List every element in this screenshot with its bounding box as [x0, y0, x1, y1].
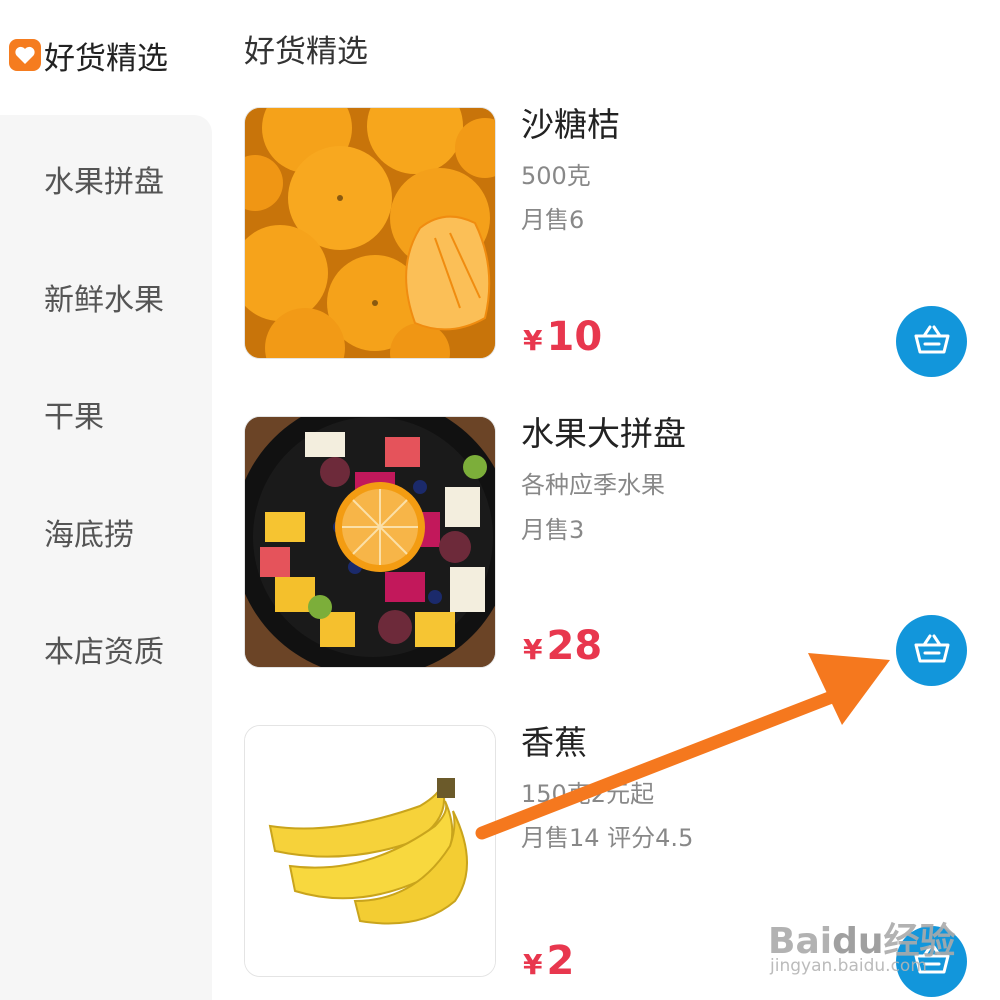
product-name[interactable]: 香蕉 [521, 716, 587, 764]
sidebar-item-fruit-platter[interactable]: 水果拼盘 [44, 157, 164, 201]
price-value: 28 [546, 623, 603, 669]
sidebar-item-featured[interactable]: 好货精选 [0, 0, 212, 110]
product-description: 500克 [521, 162, 591, 190]
basket-icon [914, 325, 950, 359]
add-to-cart-button[interactable] [896, 306, 967, 377]
product-price: ¥2 [523, 938, 574, 984]
watermark-url: jingyan.baidu.com [770, 956, 927, 976]
product-sales: 月售14 评分4.5 [521, 824, 694, 852]
currency-symbol: ¥ [523, 948, 543, 981]
mandarin-oranges-image[interactable] [244, 107, 496, 359]
currency-symbol: ¥ [523, 324, 543, 357]
product-sales: 月售6 [521, 206, 585, 234]
add-to-cart-button[interactable] [896, 615, 967, 686]
sidebar-item-label: 好货精选 [44, 41, 168, 77]
heart-icon [9, 39, 41, 71]
product-description: 150克2元起 [521, 780, 655, 808]
sidebar-item-fresh-fruit[interactable]: 新鲜水果 [44, 275, 164, 319]
product-description: 各种应季水果 [521, 471, 665, 499]
basket-icon [914, 634, 950, 668]
price-value: 10 [546, 314, 603, 360]
section-title: 好货精选 [244, 34, 368, 70]
product-price: ¥28 [523, 623, 602, 669]
sidebar-category-list: 水果拼盘 新鲜水果 干果 海底捞 本店资质 [0, 115, 212, 1000]
currency-symbol: ¥ [523, 633, 543, 666]
price-value: 2 [546, 938, 575, 984]
sidebar-item-dried-fruit[interactable]: 干果 [44, 392, 104, 436]
banana-image[interactable] [244, 725, 496, 977]
sidebar-item-store-qualification[interactable]: 本店资质 [44, 627, 164, 671]
product-name[interactable]: 水果大拼盘 [521, 407, 686, 455]
fruit-platter-image[interactable] [244, 416, 496, 668]
product-sales: 月售3 [521, 516, 585, 544]
sidebar-item-haidilao[interactable]: 海底捞 [44, 510, 134, 554]
product-price: ¥10 [523, 314, 602, 360]
product-name[interactable]: 沙糖桔 [521, 98, 620, 146]
